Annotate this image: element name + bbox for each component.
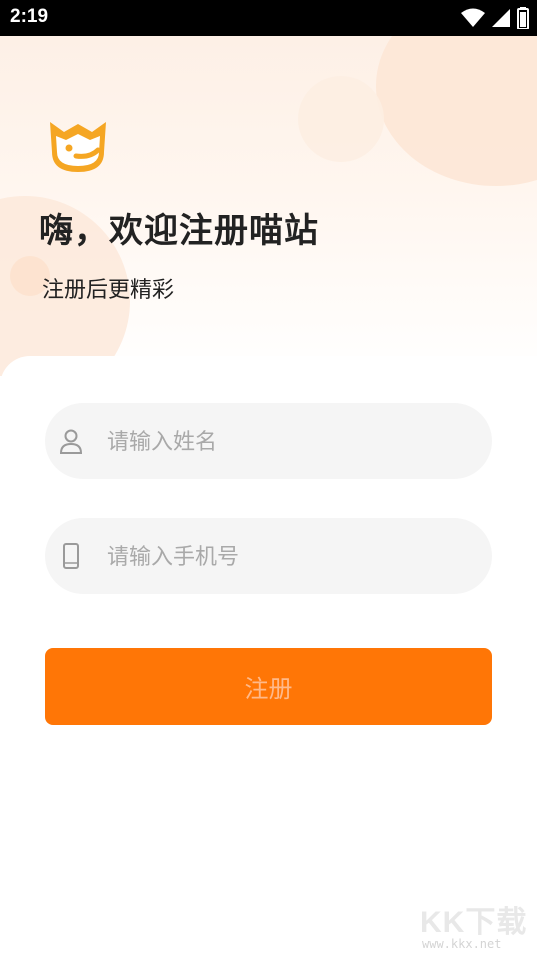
decor-circle <box>376 36 537 186</box>
phone-field[interactable] <box>45 518 492 596</box>
page-subtitle: 注册后更精彩 <box>42 278 175 303</box>
status-icons <box>461 7 529 29</box>
cat-logo-icon <box>50 122 106 172</box>
signal-icon <box>492 9 510 27</box>
watermark: KK下载 www.kkx.net <box>420 897 535 957</box>
watermark-logo: KK下载 <box>420 906 528 939</box>
wifi-icon <box>461 8 485 27</box>
status-time: 2:19 <box>10 6 49 27</box>
phone-icon <box>63 543 79 569</box>
decor-circle <box>298 76 384 162</box>
name-field[interactable] <box>45 403 492 481</box>
battery-icon <box>517 7 529 29</box>
phone-input[interactable] <box>105 518 479 596</box>
status-bar: 2:19 <box>0 0 537 36</box>
register-button[interactable]: 注册 <box>45 648 492 725</box>
name-input[interactable] <box>105 403 479 481</box>
user-icon <box>59 429 83 454</box>
page-title: 嗨，欢迎注册喵站 <box>39 211 319 251</box>
watermark-url: www.kkx.net <box>422 937 502 951</box>
